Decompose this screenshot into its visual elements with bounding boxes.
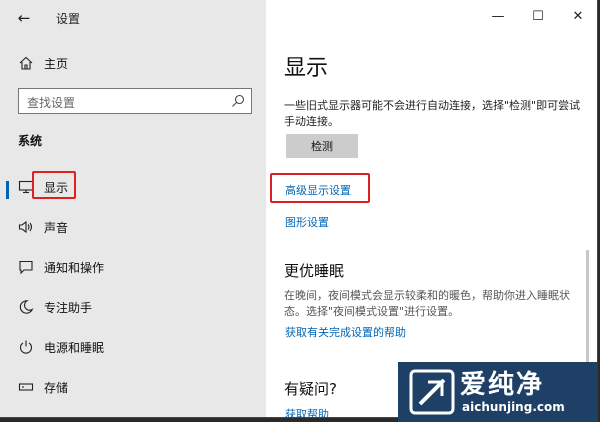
home-icon [19, 56, 33, 70]
sidebar-item-label: 存储 [44, 381, 69, 395]
search-input[interactable]: 查找设置 [18, 88, 252, 114]
sidebar-item-sound[interactable]: 声音 [0, 212, 266, 242]
maximize-icon: ☐ [532, 9, 544, 24]
sidebar-item-label: 通知和操作 [44, 261, 105, 275]
notification-icon [19, 260, 33, 275]
close-button[interactable]: ✕ [568, 8, 588, 26]
sidebar-item-focus-assist[interactable]: 专注助手 [0, 292, 266, 322]
highlight-box-display [32, 171, 76, 199]
sidebar-item-power[interactable]: 电源和睡眠 [0, 332, 266, 362]
arrow-left-icon: ← [17, 9, 31, 27]
logo-icon [409, 369, 455, 415]
get-help-link[interactable]: 获取帮助 [285, 406, 329, 417]
sleep-heading: 更优睡眠 [284, 262, 345, 280]
moon-icon [19, 300, 34, 314]
sidebar-item-notifications[interactable]: 通知和操作 [0, 252, 266, 282]
graphics-settings-link[interactable]: 图形设置 [285, 214, 329, 230]
back-button[interactable]: ← [14, 8, 34, 28]
storage-icon [18, 383, 34, 391]
sidebar-item-storage[interactable]: 存储 [0, 372, 266, 402]
speaker-icon [18, 220, 33, 234]
sidebar-item-label: 专注助手 [44, 301, 93, 315]
question-heading: 有疑问? [284, 380, 337, 398]
page-title: 显示 [284, 56, 329, 81]
power-icon [19, 340, 33, 354]
sidebar-item-label: 声音 [44, 221, 69, 235]
close-icon: ✕ [572, 9, 584, 24]
window-title: 设置 [56, 12, 81, 26]
sidebar-item-label: 主页 [44, 57, 69, 71]
highlight-box-advanced [270, 173, 370, 203]
sidebar-item-label: 电源和睡眠 [44, 341, 105, 355]
detect-description: 一些旧式显示器可能不会进行自动连接，选择"检测"即可尝试手动连接。 [284, 99, 581, 128]
main-pane: — ☐ ✕ 显示 一些旧式显示器可能不会进行自动连接，选择"检测"即可尝试手动连… [266, 0, 597, 417]
watermark-url: aichunjing.com [462, 400, 565, 414]
minimize-button[interactable]: — [488, 8, 508, 26]
sidebar: ← 设置 主页 查找设置 系统 显示 声音 通知和操作 专注助手 电源和睡眠 存… [0, 0, 266, 417]
search-placeholder: 查找设置 [27, 96, 76, 110]
settings-window: ← 设置 主页 查找设置 系统 显示 声音 通知和操作 专注助手 电源和睡眠 存… [0, 0, 598, 418]
watermark: 爱纯净 aichunjing.com [398, 362, 598, 422]
watermark-text: 爱纯净 [460, 370, 545, 400]
sleep-help-link[interactable]: 获取有关完成设置的帮助 [285, 324, 406, 340]
section-label: 系统 [18, 134, 43, 148]
search-icon[interactable] [231, 94, 245, 108]
detect-button[interactable]: 检测 [286, 134, 358, 158]
minimize-icon: — [491, 9, 505, 24]
sidebar-item-home[interactable]: 主页 [0, 48, 266, 78]
sleep-description: 在晚间，夜间模式会显示较柔和的暖色，帮助你进入睡眠状态。选择"夜间模式设置"进行… [284, 289, 570, 318]
maximize-button[interactable]: ☐ [528, 8, 548, 26]
